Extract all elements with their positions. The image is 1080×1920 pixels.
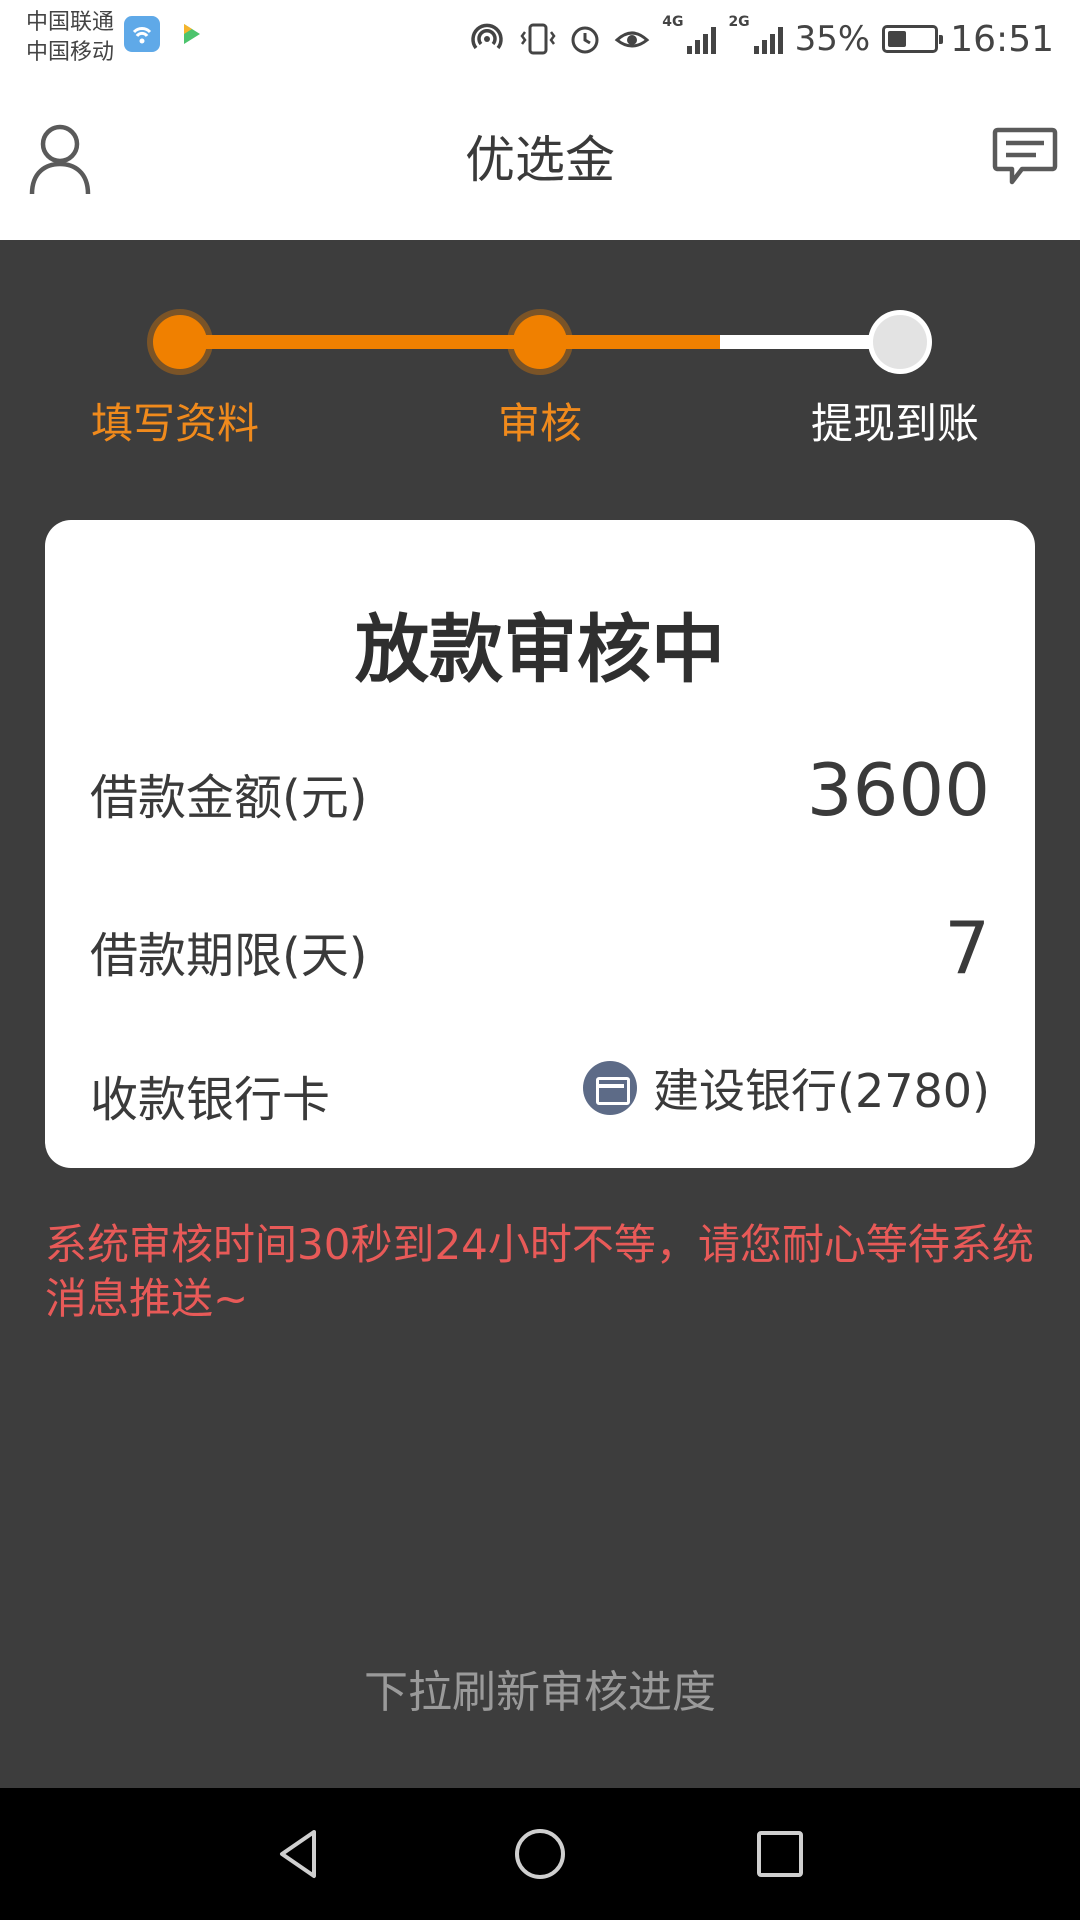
step-track-done — [540, 335, 720, 349]
clock: 16:51 — [950, 18, 1054, 60]
term-label: 借款期限(天) — [90, 928, 368, 984]
progress-steps: 填写资料 审核 提现到账 — [0, 240, 1080, 500]
amount-label: 借款金额(元) — [90, 770, 368, 826]
step-node-2 — [513, 315, 567, 369]
eye-care-icon — [614, 31, 650, 48]
system-nav-bar — [0, 1788, 1080, 1920]
network-type: 2G — [728, 14, 750, 30]
step-label-review: 审核 — [498, 399, 583, 448]
card-title: 放款审核中 — [355, 607, 725, 693]
carrier-info: 中国联通 中国移动 — [26, 8, 114, 68]
signal-icon — [753, 24, 783, 54]
step-label-withdraw: 提现到账 — [811, 399, 980, 448]
message-icon[interactable] — [992, 126, 1058, 188]
step-node-3 — [873, 315, 927, 369]
page-title: 优选金 — [465, 131, 615, 189]
review-notice: 系统审核时间30秒到24小时不等，请您耐心等待系统消息推送~ — [45, 1220, 1034, 1323]
status-icons: 4G 2G 35% 16:51 — [468, 14, 1054, 64]
carrier-name: 中国联通 — [26, 10, 115, 35]
step-label-fill-info: 填写资料 — [91, 399, 260, 448]
home-icon[interactable] — [510, 1824, 570, 1884]
wifi-app-icon — [124, 16, 160, 52]
amount-value: 3600 — [806, 748, 990, 832]
bank-card-label: 收款银行卡 — [90, 1072, 331, 1128]
battery-percent: 35% — [794, 19, 871, 59]
carrier-name: 中国移动 — [26, 40, 115, 65]
network-type: 4G — [662, 14, 684, 30]
step-node-1 — [153, 315, 207, 369]
alarm-icon — [571, 26, 599, 54]
vibrate-icon — [520, 23, 556, 55]
recents-icon[interactable] — [750, 1824, 810, 1884]
pull-refresh-hint[interactable]: 下拉刷新审核进度 — [0, 1656, 1080, 1720]
bank-card-value: 建设银行(2780) — [583, 1055, 990, 1121]
bank-card-icon — [583, 1061, 638, 1115]
loan-status-card: 放款审核中 借款金额(元) 3600 借款期限(天) 7 收款银行卡 建设银行(… — [45, 520, 1035, 1168]
bank-name: 建设银行(2780) — [653, 1064, 990, 1118]
term-value: 7 — [944, 906, 990, 990]
status-bar: 中国联通 中国移动 4G 2G 35% 16:51 — [0, 0, 1080, 80]
app-header: 优选金 — [0, 80, 1080, 240]
video-app-icon — [172, 16, 208, 52]
signal-icon — [687, 24, 717, 54]
step-track-done — [180, 335, 540, 349]
battery-level — [888, 31, 906, 47]
back-icon[interactable] — [270, 1824, 330, 1884]
battery-icon — [882, 25, 944, 53]
wifi-hotspot-icon — [471, 23, 503, 50]
